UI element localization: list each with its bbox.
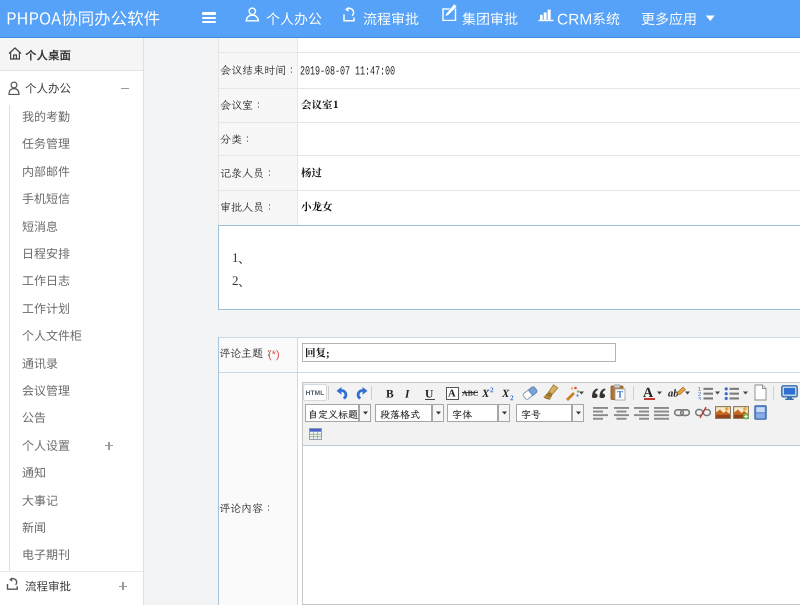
svg-text:T: T: [617, 390, 623, 400]
svg-text:3: 3: [698, 397, 701, 400]
